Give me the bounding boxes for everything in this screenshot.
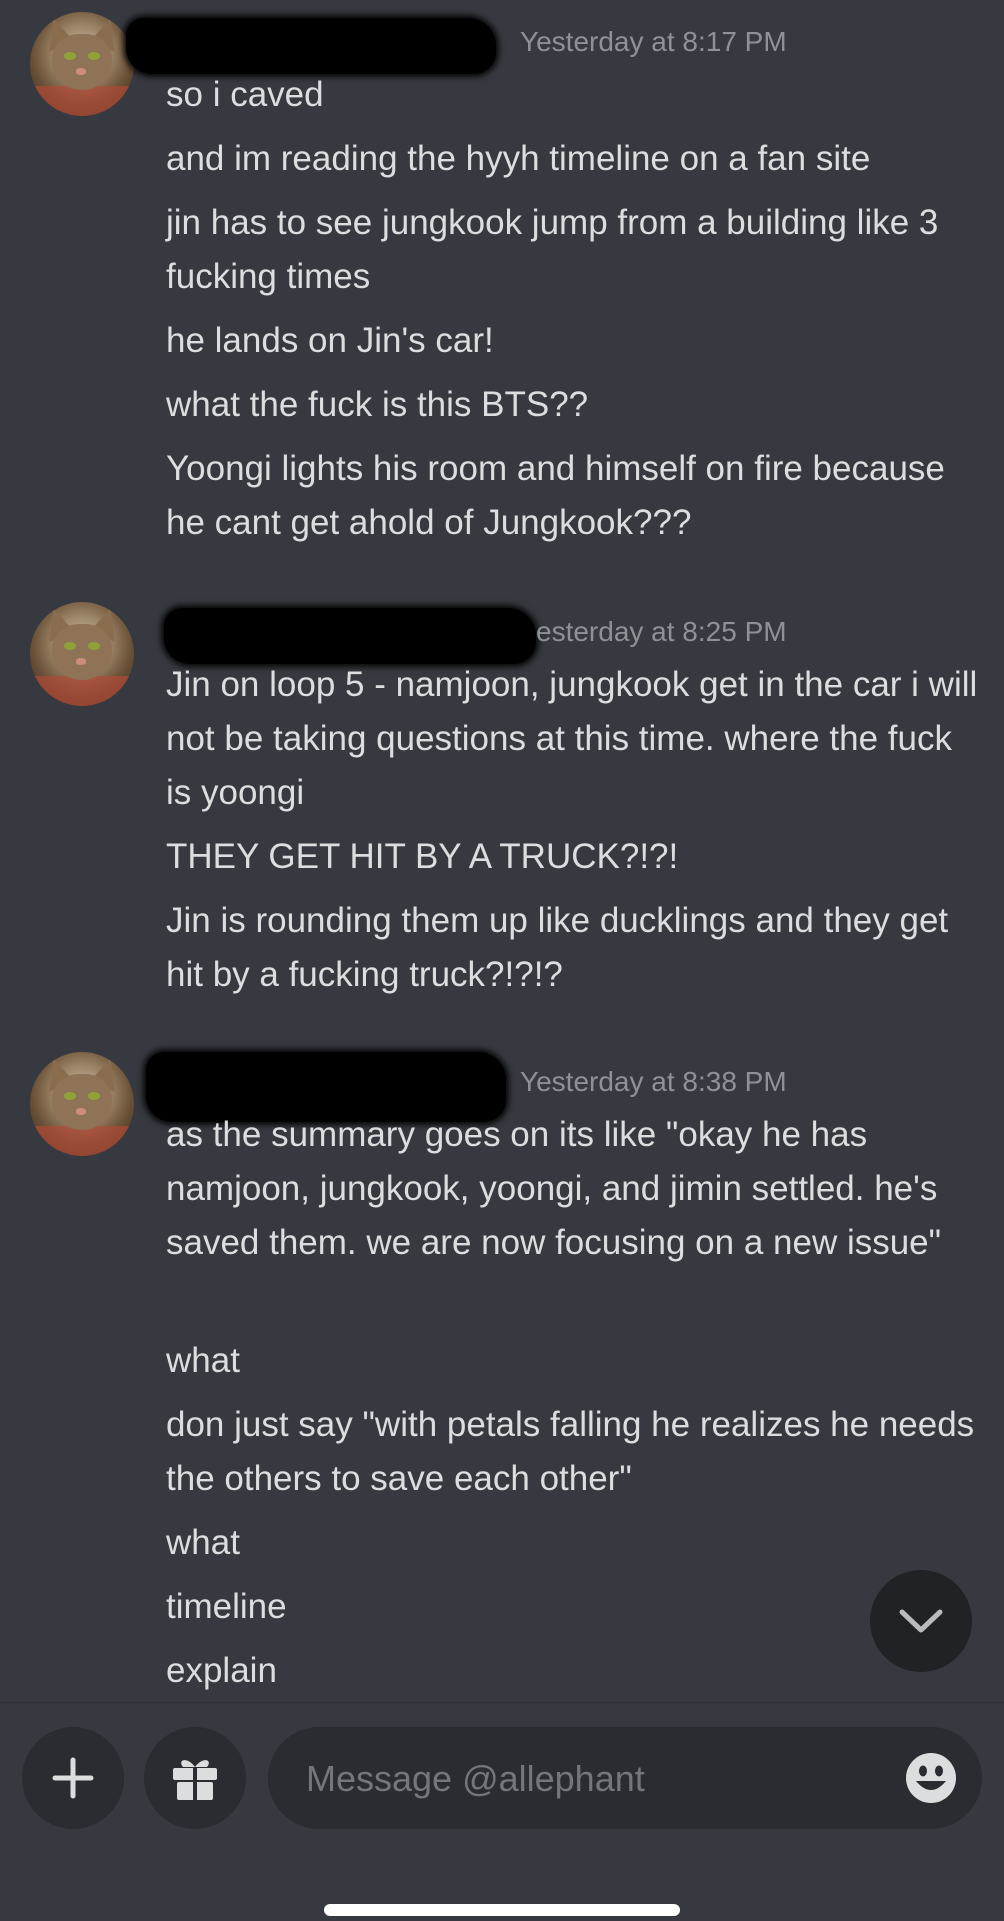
message-text: jin has to see jungkook jump from a buil… bbox=[166, 203, 939, 296]
message-text: what bbox=[166, 1523, 240, 1562]
message-input[interactable] bbox=[304, 1753, 868, 1805]
message-text: Jin on loop 5 - namjoon, jungkook get in… bbox=[166, 665, 978, 812]
plus-icon bbox=[52, 1757, 94, 1799]
message-timestamp: Yesterday at 8:38 PM bbox=[520, 1066, 787, 1097]
message-text: Yoongi lights his room and himself on fi… bbox=[166, 449, 945, 542]
message-text: as the summary goes on its like "okay he… bbox=[166, 1115, 942, 1262]
emoji-icon[interactable] bbox=[904, 1751, 958, 1805]
message-text: timeline bbox=[166, 1587, 287, 1626]
message-text: what the fuck is this BTS?? bbox=[166, 385, 589, 424]
redacted-username bbox=[164, 608, 536, 664]
gift-button[interactable] bbox=[144, 1727, 246, 1829]
message-text: he lands on Jin's car! bbox=[166, 321, 494, 360]
message-text: what bbox=[166, 1341, 240, 1380]
message-timestamp: Yesterday at 8:17 PM bbox=[520, 26, 787, 57]
home-indicator bbox=[324, 1904, 680, 1916]
avatar[interactable] bbox=[30, 1052, 134, 1156]
add-attachment-button[interactable] bbox=[22, 1727, 124, 1829]
message-text: so i caved bbox=[166, 75, 324, 114]
message-text: and im reading the hyyh timeline on a fa… bbox=[166, 139, 871, 178]
jump-to-latest-button[interactable] bbox=[870, 1570, 972, 1672]
message-text: don just say "with petals falling he rea… bbox=[166, 1405, 975, 1498]
avatar[interactable] bbox=[30, 12, 134, 116]
avatar[interactable] bbox=[30, 602, 134, 706]
message-text: Jin is rounding them up like ducklings a… bbox=[166, 901, 949, 994]
redacted-username bbox=[126, 18, 496, 74]
message-list[interactable]: Yesterday at 8:17 PM so i caved and im r… bbox=[0, 0, 1004, 1702]
chevron-down-icon bbox=[899, 1609, 943, 1633]
message-text: THEY GET HIT BY A TRUCK?!?! bbox=[166, 837, 679, 876]
gift-icon bbox=[173, 1760, 217, 1800]
message-text: explain bbox=[166, 1651, 277, 1690]
message-composer[interactable] bbox=[268, 1727, 982, 1829]
message-timestamp: esterday at 8:25 PM bbox=[536, 616, 787, 647]
